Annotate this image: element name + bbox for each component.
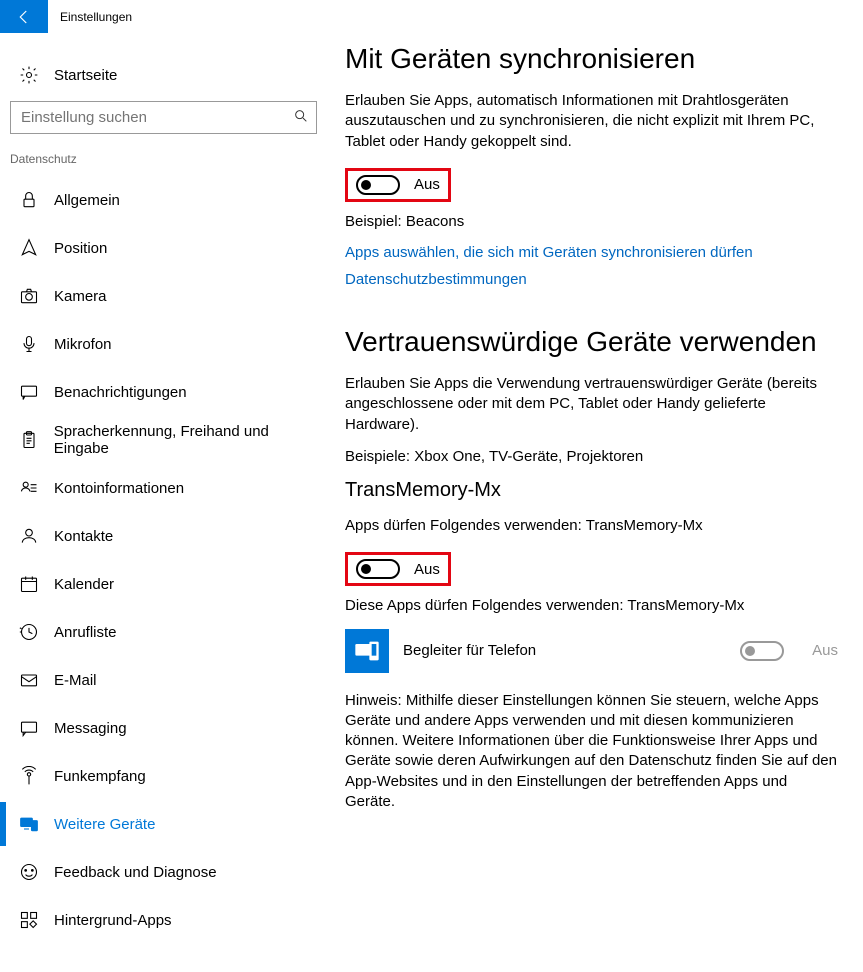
section2-heading: Vertrauenswürdige Geräte verwenden	[345, 326, 838, 358]
mail-icon	[18, 669, 40, 691]
content-area: Mit Geräten synchronisieren Erlauben Sie…	[335, 33, 863, 946]
back-button[interactable]	[0, 0, 48, 33]
clipboard-icon	[18, 429, 40, 451]
sidebar: Startseite Datenschutz Allgemein Positio…	[0, 33, 335, 946]
sidebar-item-allgemein[interactable]: Allgemein	[10, 178, 325, 222]
sidebar-item-hintergrund-apps[interactable]: Hintergrund-Apps	[10, 898, 325, 942]
note-text: Hinweis: Mithilfe dieser Einstellungen k…	[345, 691, 838, 813]
contacts-icon	[18, 525, 40, 547]
device-apps-label: Diese Apps dürfen Folgendes verwenden: T…	[345, 596, 838, 616]
app-row: Begleiter für Telefon Aus	[345, 629, 838, 673]
app-toggle	[740, 641, 784, 661]
sidebar-item-benachrichtigungen[interactable]: Benachrichtigungen	[10, 370, 325, 414]
feedback-icon	[18, 861, 40, 883]
toggle-highlight-1: Aus	[345, 168, 451, 202]
toggle-highlight-2: Aus	[345, 552, 451, 586]
sidebar-item-label: E-Mail	[54, 672, 97, 689]
sidebar-item-kontoinformationen[interactable]: Kontoinformationen	[10, 466, 325, 510]
sidebar-item-funkempfang[interactable]: Funkempfang	[10, 754, 325, 798]
antenna-icon	[18, 765, 40, 787]
sidebar-item-feedback[interactable]: Feedback und Diagnose	[10, 850, 325, 894]
sidebar-home[interactable]: Startseite	[10, 53, 325, 97]
sidebar-item-messaging[interactable]: Messaging	[10, 706, 325, 750]
section1-example: Beispiel: Beacons	[345, 212, 838, 232]
lock-icon	[18, 189, 40, 211]
arrow-left-icon	[15, 8, 33, 26]
sidebar-item-label: Kamera	[54, 288, 107, 305]
privacy-link[interactable]: Datenschutzbestimmungen	[345, 271, 838, 288]
sidebar-item-label: Weitere Geräte	[54, 816, 155, 833]
sidebar-item-label: Position	[54, 240, 107, 257]
sidebar-item-label: Kontoinformationen	[54, 480, 184, 497]
microphone-icon	[18, 333, 40, 355]
sidebar-item-label: Hintergrund-Apps	[54, 912, 172, 929]
device-toggle-label: Aus	[414, 561, 440, 578]
sidebar-item-label: Allgemein	[54, 192, 120, 209]
calendar-icon	[18, 573, 40, 595]
section1-heading: Mit Geräten synchronisieren	[345, 43, 838, 75]
sidebar-item-kontakte[interactable]: Kontakte	[10, 514, 325, 558]
phone-companion-icon	[345, 629, 389, 673]
section1-desc: Erlauben Sie Apps, automatisch Informati…	[345, 91, 838, 152]
sidebar-item-label: Benachrichtigungen	[54, 384, 187, 401]
sync-toggle-label: Aus	[414, 176, 440, 193]
devices-icon	[18, 813, 40, 835]
sidebar-item-spracherkennung[interactable]: Spracherkennung, Freihand und Eingabe	[10, 418, 325, 462]
sidebar-item-mikrofon[interactable]: Mikrofon	[10, 322, 325, 366]
sidebar-item-label: Funkempfang	[54, 768, 146, 785]
sidebar-item-position[interactable]: Position	[10, 226, 325, 270]
sidebar-item-label: Feedback und Diagnose	[54, 864, 217, 881]
choose-apps-link[interactable]: Apps auswählen, die sich mit Geräten syn…	[345, 244, 838, 261]
device-toggle[interactable]	[356, 559, 400, 579]
section2-example: Beispiele: Xbox One, TV-Geräte, Projekto…	[345, 447, 838, 467]
chat-icon	[18, 717, 40, 739]
sidebar-item-label: Kontakte	[54, 528, 113, 545]
device-permission: Apps dürfen Folgendes verwenden: TransMe…	[345, 516, 838, 536]
sidebar-item-kalender[interactable]: Kalender	[10, 562, 325, 606]
sidebar-item-kamera[interactable]: Kamera	[10, 274, 325, 318]
window-title: Einstellungen	[60, 10, 132, 24]
sidebar-item-label: Spracherkennung, Freihand und Eingabe	[54, 423, 325, 457]
sidebar-group-label: Datenschutz	[10, 152, 325, 166]
apps-icon	[18, 909, 40, 931]
message-icon	[18, 381, 40, 403]
sidebar-item-weitere-geraete[interactable]: Weitere Geräte	[10, 802, 325, 846]
app-toggle-label: Aus	[812, 642, 838, 659]
search-input[interactable]	[10, 101, 317, 134]
search-box	[10, 101, 317, 134]
section2-desc: Erlauben Sie Apps die Verwendung vertrau…	[345, 374, 838, 435]
location-icon	[18, 237, 40, 259]
sidebar-home-label: Startseite	[54, 67, 117, 84]
history-icon	[18, 621, 40, 643]
search-icon	[293, 108, 309, 128]
sidebar-item-label: Anrufliste	[54, 624, 117, 641]
sidebar-item-label: Kalender	[54, 576, 114, 593]
gear-icon	[18, 64, 40, 86]
device-heading: TransMemory-Mx	[345, 479, 838, 502]
sidebar-item-label: Messaging	[54, 720, 127, 737]
sync-toggle[interactable]	[356, 175, 400, 195]
sidebar-item-label: Mikrofon	[54, 336, 112, 353]
camera-icon	[18, 285, 40, 307]
id-icon	[18, 477, 40, 499]
sidebar-item-email[interactable]: E-Mail	[10, 658, 325, 702]
sidebar-item-anrufliste[interactable]: Anrufliste	[10, 610, 325, 654]
app-name: Begleiter für Telefon	[403, 642, 740, 659]
